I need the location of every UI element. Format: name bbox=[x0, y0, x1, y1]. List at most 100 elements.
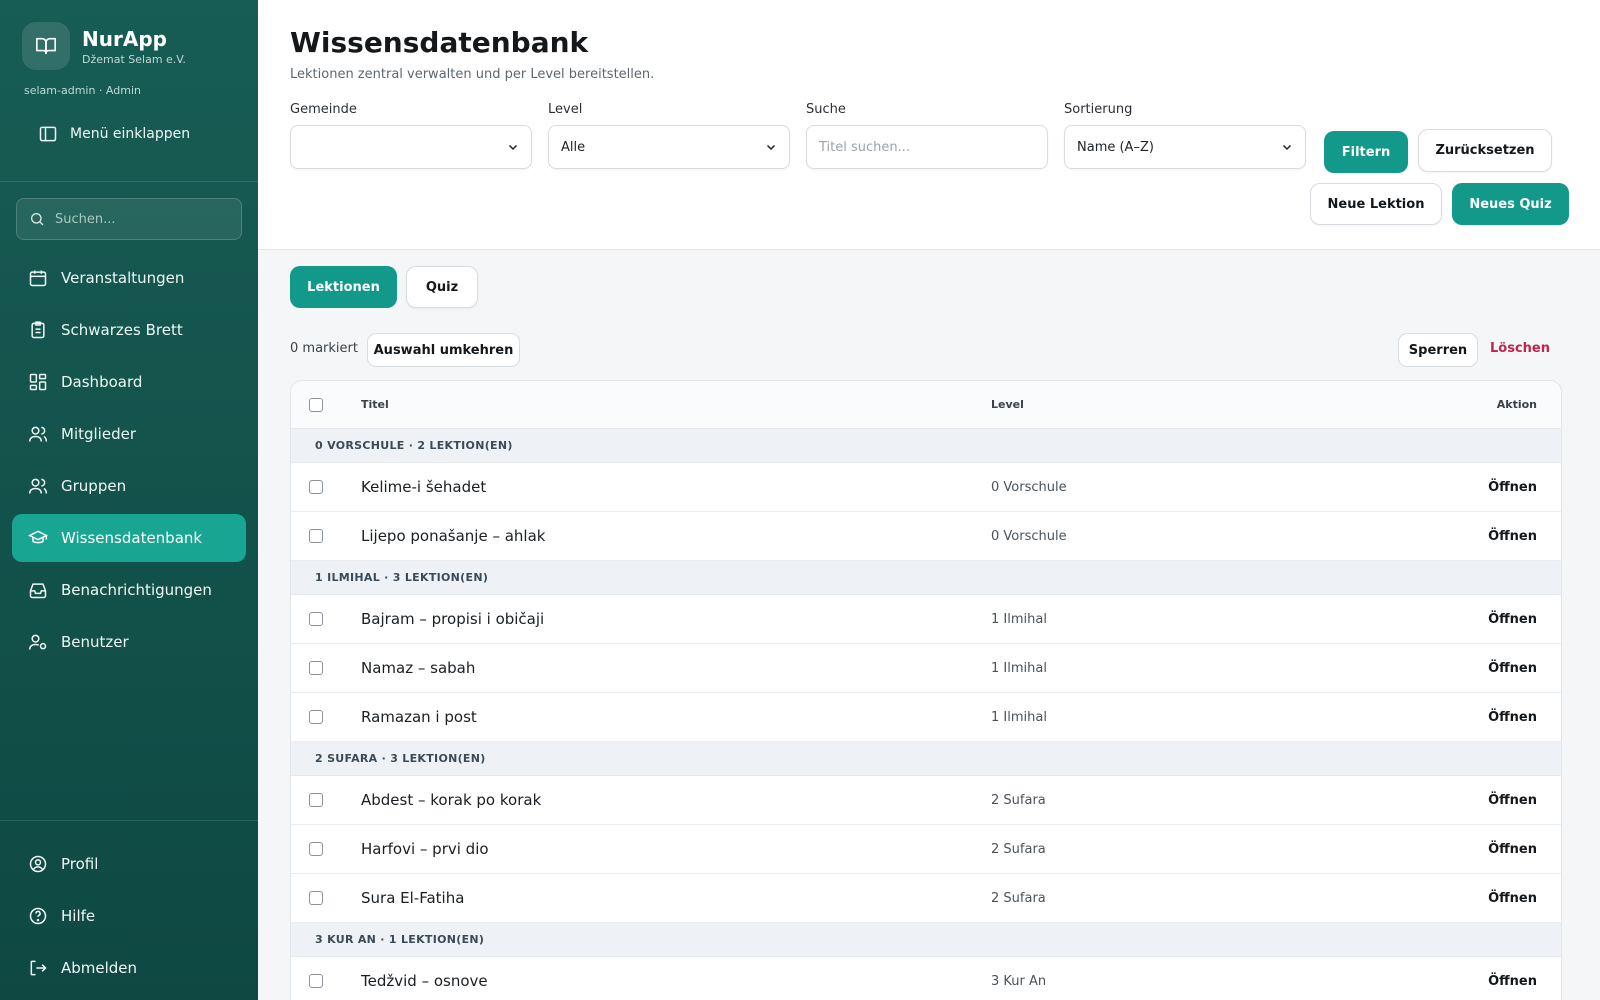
open-button[interactable]: Öffnen bbox=[1488, 661, 1537, 676]
row-title: Ramazan i post bbox=[361, 708, 477, 726]
row-title: Sura El-Fatiha bbox=[361, 889, 465, 907]
group-header: 3 KUR AN · 1 LEKTION(EN) bbox=[291, 923, 1561, 957]
select-all-checkbox[interactable] bbox=[309, 398, 323, 412]
row-checkbox[interactable] bbox=[309, 480, 323, 494]
row-checkbox[interactable] bbox=[309, 842, 323, 856]
row-title: Namaz – sabah bbox=[361, 659, 476, 677]
row-checkbox[interactable] bbox=[309, 891, 323, 905]
search-filter: Suche bbox=[806, 102, 1048, 169]
new-lesson-button[interactable]: Neue Lektion bbox=[1310, 183, 1442, 225]
nav-item-profil[interactable]: Profil bbox=[12, 840, 246, 888]
nav-item-gruppen[interactable]: Gruppen bbox=[12, 462, 246, 510]
open-button[interactable]: Öffnen bbox=[1488, 480, 1537, 495]
title-search-input[interactable] bbox=[819, 139, 1035, 155]
table-row: Namaz – sabah 1 Ilmihal Öffnen bbox=[291, 644, 1561, 693]
open-button[interactable]: Öffnen bbox=[1488, 612, 1537, 627]
reset-button[interactable]: Zurücksetzen bbox=[1418, 129, 1552, 172]
table-row: Kelime-i šehadet 0 Vorschule Öffnen bbox=[291, 463, 1561, 512]
nav-item-label: Schwarzes Brett bbox=[61, 321, 183, 339]
nav-item-mitglieder[interactable]: Mitglieder bbox=[12, 410, 246, 458]
lock-button[interactable]: Sperren bbox=[1398, 333, 1478, 367]
sort-value: Name (A–Z) bbox=[1077, 139, 1154, 155]
nav-item-benachrichtigungen[interactable]: Benachrichtigungen bbox=[12, 566, 246, 614]
selection-count: 0 markiert bbox=[290, 341, 358, 356]
nav-item-veranstaltungen[interactable]: Veranstaltungen bbox=[12, 254, 246, 302]
open-button[interactable]: Öffnen bbox=[1488, 793, 1537, 808]
tab-lektionen[interactable]: Lektionen bbox=[290, 266, 397, 308]
sort-filter: Sortierung Name (A–Z) bbox=[1064, 102, 1306, 169]
nav-item-label: Wissensdatenbank bbox=[61, 529, 203, 547]
org-name: Džemat Selam e.V. bbox=[82, 52, 186, 66]
sidebar-search-input[interactable] bbox=[55, 211, 225, 227]
row-level: 2 Sufara bbox=[991, 890, 1046, 906]
table-header: Titel Level Aktion bbox=[291, 381, 1561, 429]
nav-item-benutzer[interactable]: Benutzer bbox=[12, 618, 246, 666]
open-button[interactable]: Öffnen bbox=[1488, 842, 1537, 857]
row-title: Tedžvid – osnove bbox=[361, 972, 488, 990]
row-level: 3 Kur An bbox=[991, 973, 1047, 989]
nav-item-label: Gruppen bbox=[61, 477, 127, 495]
nav-item-label: Hilfe bbox=[61, 907, 96, 925]
collapse-menu-label: Menü einklappen bbox=[70, 126, 191, 142]
nav-item-wissensdatenbank[interactable]: Wissensdatenbank bbox=[12, 514, 246, 562]
table-row: Sura El-Fatiha 2 Sufara Öffnen bbox=[291, 874, 1561, 923]
row-checkbox[interactable] bbox=[309, 529, 323, 543]
open-button[interactable]: Öffnen bbox=[1488, 710, 1537, 725]
table-row: Bajram – propisi i običaji 1 Ilmihal Öff… bbox=[291, 595, 1561, 644]
chevron-down-icon bbox=[766, 144, 776, 151]
nav-item-schwarzes-brett[interactable]: Schwarzes Brett bbox=[12, 306, 246, 354]
collapse-menu-button[interactable]: Menü einklappen bbox=[38, 124, 190, 144]
row-title: Lijepo ponašanje – ahlak bbox=[361, 527, 546, 545]
filter-button[interactable]: Filtern bbox=[1324, 131, 1408, 173]
row-title: Kelime-i šehadet bbox=[361, 478, 487, 496]
row-checkbox[interactable] bbox=[309, 974, 323, 988]
level-label: Level bbox=[548, 102, 583, 117]
title-search-box[interactable] bbox=[806, 125, 1048, 169]
table-row: Harfovi – prvi dio 2 Sufara Öffnen bbox=[291, 825, 1561, 874]
sidebar-divider bbox=[0, 181, 258, 182]
table-row: Tedžvid – osnove 3 Kur An Öffnen bbox=[291, 957, 1561, 1000]
invert-selection-button[interactable]: Auswahl umkehren bbox=[367, 333, 520, 367]
inbox-icon bbox=[29, 583, 47, 599]
nav-item-label: Abmelden bbox=[61, 959, 138, 977]
row-checkbox[interactable] bbox=[309, 661, 323, 675]
nav-item-dashboard[interactable]: Dashboard bbox=[12, 358, 246, 406]
group-header: 0 VORSCHULE · 2 LEKTION(EN) bbox=[291, 429, 1561, 463]
open-button[interactable]: Öffnen bbox=[1488, 974, 1537, 989]
level-filter: Level Alle bbox=[548, 102, 790, 169]
logout-icon bbox=[30, 960, 47, 976]
group-header: 1 ILMIHAL · 3 LEKTION(EN) bbox=[291, 561, 1561, 595]
nav-item-label: Benachrichtigungen bbox=[61, 581, 212, 599]
row-checkbox[interactable] bbox=[309, 710, 323, 724]
graduation-cap-icon bbox=[28, 530, 48, 544]
row-level: 1 Ilmihal bbox=[991, 660, 1047, 676]
level-select[interactable]: Alle bbox=[548, 125, 790, 169]
nav-item-label: Veranstaltungen bbox=[61, 269, 185, 287]
sidebar-search[interactable] bbox=[16, 198, 242, 240]
sort-select[interactable]: Name (A–Z) bbox=[1064, 125, 1306, 169]
row-title: Harfovi – prvi dio bbox=[361, 840, 489, 858]
table-row: Ramazan i post 1 Ilmihal Öffnen bbox=[291, 693, 1561, 742]
table-row: Abdest – korak po korak 2 Sufara Öffnen bbox=[291, 776, 1561, 825]
gemeinde-label: Gemeinde bbox=[290, 102, 357, 117]
new-quiz-button[interactable]: Neues Quiz bbox=[1452, 183, 1569, 225]
row-level: 0 Vorschule bbox=[991, 528, 1067, 544]
row-title: Bajram – propisi i običaji bbox=[361, 610, 545, 628]
user-role: selam-admin · Admin bbox=[24, 84, 141, 97]
table-row: Lijepo ponašanje – ahlak 0 Vorschule Öff… bbox=[291, 512, 1561, 561]
open-button[interactable]: Öffnen bbox=[1488, 529, 1537, 544]
delete-button[interactable]: Löschen bbox=[1490, 341, 1550, 356]
row-checkbox[interactable] bbox=[309, 793, 323, 807]
app-name: NurApp bbox=[82, 26, 167, 51]
nav-item-abmelden[interactable]: Abmelden bbox=[12, 944, 246, 992]
open-button[interactable]: Öffnen bbox=[1488, 891, 1537, 906]
row-checkbox[interactable] bbox=[309, 612, 323, 626]
nav-item-hilfe[interactable]: Hilfe bbox=[12, 892, 246, 940]
sidebar-divider bbox=[0, 820, 258, 821]
page-subtitle: Lektionen zentral verwalten und per Leve… bbox=[290, 67, 655, 82]
brand: NurApp Džemat Selam e.V. bbox=[22, 22, 186, 70]
gemeinde-select[interactable] bbox=[290, 125, 532, 169]
column-header-level: Level bbox=[991, 398, 1024, 411]
column-header-action: Aktion bbox=[1496, 398, 1537, 411]
tab-quiz[interactable]: Quiz bbox=[406, 266, 478, 308]
